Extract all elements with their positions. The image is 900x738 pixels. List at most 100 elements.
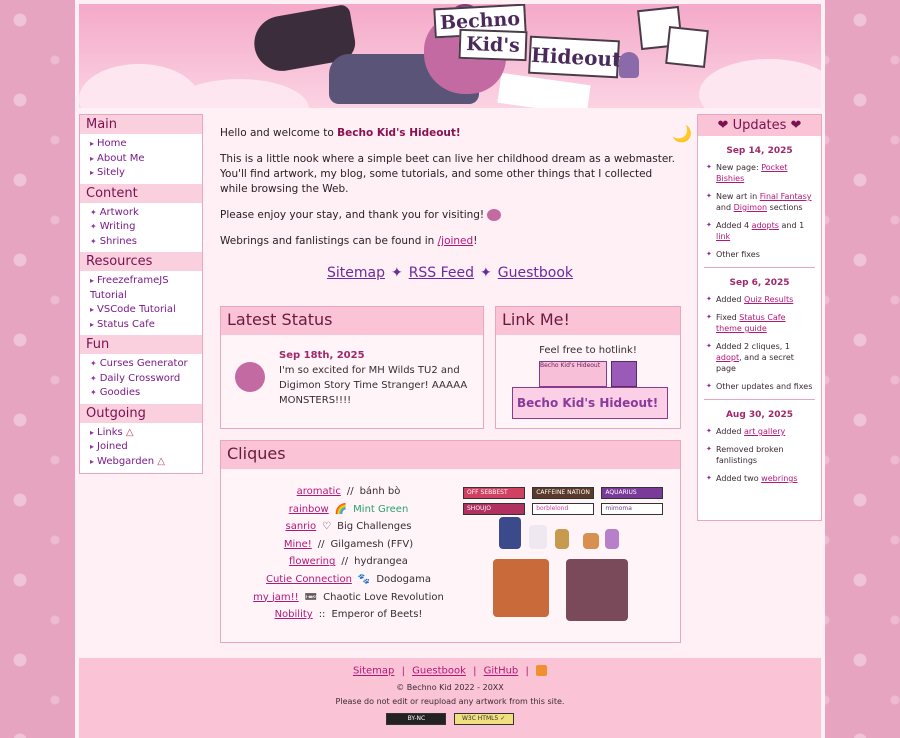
clique-badge[interactable]: borblelond [532,503,595,515]
w3c-html5-badge[interactable]: W3C HTML5 ✓ [453,712,514,725]
sidebar-item[interactable]: ✦ Artwork [90,206,202,221]
update-link[interactable]: adopt [716,353,739,362]
update-link[interactable]: Quiz Results [744,295,793,304]
clique-link[interactable]: Mine! [284,539,312,550]
update-link[interactable]: webrings [761,474,797,483]
copyright: © Bechno Kid 2022 - 20XX [396,682,504,692]
update-item: Fixed Status Cafe theme guide [706,312,813,334]
updates-title-text: Updates [732,118,787,133]
clique-row: aromatic // bánh bò [221,486,476,497]
rss-link[interactable]: RSS Feed [409,265,474,281]
gilgamesh-sprite [493,559,549,617]
star-separator: ✦ [480,265,492,281]
sidebar-item[interactable]: ▸ Home [90,137,202,152]
clique-link[interactable]: sanrio [285,521,316,532]
sidebar-section-title: Fun [80,335,202,354]
sidebar-item-label: Writing [99,221,136,232]
sidebar-item-label: Daily Crossword [99,372,181,384]
update-text: Removed broken fanlistings [716,445,784,465]
footer-guestbook-link[interactable]: Guestbook [412,666,466,677]
update-text: Other fixes [716,250,760,259]
beet-emoji-icon [487,209,502,221]
hotlink-button-small[interactable] [611,361,637,387]
title-sign-3: Hideout [528,35,622,79]
sidebar-item[interactable]: ▸ Sitely [90,166,202,181]
update-date: Aug 30, 2025 [725,410,794,420]
sidebar-item-label: Shrines [99,235,137,247]
boba-sprite [605,529,619,549]
clique-link[interactable]: my jam!! [253,592,299,603]
sidebar-item[interactable]: ✦ Writing [90,220,202,235]
clique-badge[interactable]: CAFFEINE NATION [532,487,595,499]
clique-link[interactable]: flowering [289,556,335,567]
sidebar-item[interactable]: ▸ Joined [90,440,202,455]
update-item: Added Quiz Results [706,294,813,305]
clique-badge[interactable]: SHOUJO [463,503,525,515]
updates-divider [704,399,815,400]
greeting-site: Becho Kid's Hideout! [337,127,461,139]
clique-link[interactable]: Nobility [275,609,313,620]
update-date: Sep 14, 2025 [726,146,793,156]
clique-badge[interactable]: AQUARIUS [601,487,664,499]
clique-value: hydrangea [354,556,408,568]
joined-link[interactable]: /joined [438,235,474,247]
sidebar-item[interactable]: ▸ Webgarden △ [90,455,202,470]
sidebar-item-label: Home [97,138,127,149]
update-item: New art in Final Fantasy and Digimon sec… [706,191,813,213]
clique-link[interactable]: rainbow [289,504,329,515]
site-banner[interactable]: Bechno Kid's Hideout [79,4,821,108]
sidebar-item-label: Goodies [99,387,141,398]
sidebar-section-title: Outgoing [80,403,202,423]
sidebar-item[interactable]: ▸ VSCode Tutorial [90,303,202,318]
sailor-sprite [499,517,521,549]
bullet-icon: ▸ [90,456,95,466]
update-link[interactable]: link [716,232,730,241]
clique-link[interactable]: aromatic [297,486,341,497]
sidebar-section-list: ▸ Links △ ▸ Joined ▸ Webgarden △ [80,423,202,473]
clique-link[interactable]: Cutie Connection [266,574,352,585]
sidebar-item-label: Status Cafe [97,318,155,330]
clique-row: flowering // hydrangea [221,556,476,567]
hotlink-banner[interactable]: Becho Kid's Hideout! [512,387,668,419]
bullet-icon: ▸ [90,427,95,437]
bullet-icon: ▸ [90,276,95,285]
intro-para1: This is a little nook where a simple bee… [220,153,675,195]
sidebar-item[interactable]: ▸ Links △ [90,426,202,441]
monster-sprite [583,533,599,549]
ghost-mascot [619,52,639,78]
update-link[interactable]: adopts [752,221,779,230]
sidebar-item-label: Sitely [97,167,125,178]
sidebar-item[interactable]: ✦ Curses Generator [90,357,202,372]
cc-license-badge[interactable]: BY-NC [386,712,447,725]
intro-text: Hello and welcome to Becho Kid's Hideout… [220,122,680,260]
hotlink-button-88x31[interactable]: Becho Kid's Hideout [539,361,607,387]
beet-status-icon [235,362,265,392]
footer-sitemap-link[interactable]: Sitemap [353,666,394,677]
sidebar-section-list: ✦ Artwork ✦ Writing ✦ Shrines [80,203,202,253]
sitemap-link[interactable]: Sitemap [327,265,385,281]
clique-row: Cutie Connection 🐾 Dodogama [221,574,476,585]
update-link[interactable]: Digimon [734,203,767,212]
update-text: New art in [716,192,760,201]
sidebar-item[interactable]: ▸ Status Cafe [90,318,202,333]
clique-separator: :: [318,609,326,621]
rss-icon[interactable] [536,665,548,676]
footer-github-link[interactable]: GitHub [484,666,519,677]
latest-status-title: Latest Status [221,307,483,335]
bullet-icon: ▸ [90,442,95,451]
sidebar-item-label: VSCode Tutorial [97,304,176,315]
update-link[interactable]: Final Fantasy [760,192,812,201]
update-link[interactable]: art gallery [744,427,785,436]
sidebar-item[interactable]: ✦ Daily Crossword [90,372,202,387]
sidebar-item[interactable]: ✦ Shrines [90,235,202,250]
updates-divider [704,267,815,268]
sidebar-item[interactable]: ✦ Goodies [90,386,202,401]
guestbook-link[interactable]: Guestbook [498,265,573,281]
bullet-icon: ✦ [90,236,97,246]
clique-badge[interactable]: mimoma [601,503,664,515]
clique-badge[interactable]: OFF SEBBEST [463,487,525,499]
sidebar-item[interactable]: ▸ FreezeframeJS Tutorial [90,274,202,303]
sidebar-item[interactable]: ▸ About Me [90,152,202,167]
update-list: Added Quiz Results Fixed Status Cafe them… [698,294,821,392]
cliques-title: Cliques [221,441,680,469]
